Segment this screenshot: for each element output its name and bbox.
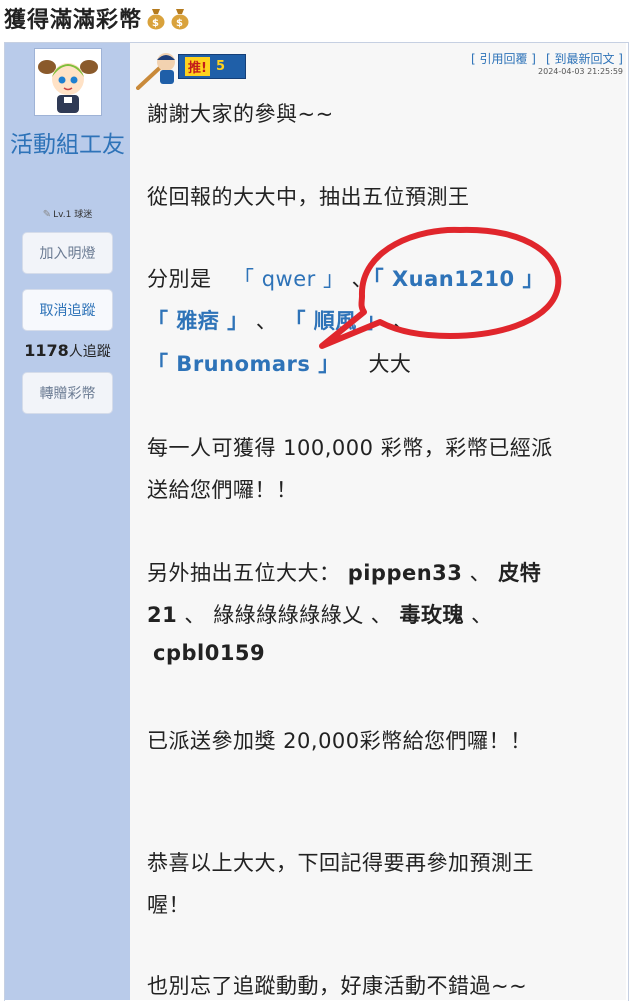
followers-label: 人追蹤 <box>68 344 111 360</box>
winners-line-3: 「 Brunomars 」 大大 <box>147 348 411 378</box>
svg-text:$: $ <box>152 18 160 29</box>
body-line: 喔！ <box>147 893 190 917</box>
unfollow-button[interactable]: 取消追蹤 <box>22 289 113 331</box>
extra-winner-name[interactable]: cpbl0159 <box>153 641 265 665</box>
extra-winner-name[interactable]: 毒玫瑰 <box>399 603 464 627</box>
body-line: 每一人可獲得 100,000 彩幣，彩幣已經派 <box>147 436 553 460</box>
separator: 、 <box>255 309 278 333</box>
pencil-icon: ✎ <box>42 209 52 220</box>
push-label: 推! <box>185 57 210 76</box>
push-badge[interactable]: 推! 5 <box>136 50 248 90</box>
winners-line-1: 分別是 「 qwer 」 、「 Xuan1210 」 <box>147 263 544 293</box>
avatar[interactable] <box>34 48 102 116</box>
winner-link[interactable]: 「 qwer 」 <box>233 267 344 291</box>
body-line: 也別忘了追蹤動動，好康活動不錯過~~ <box>147 974 528 998</box>
body-text: 大大 <box>368 352 412 376</box>
body-line: 從回報的大大中，抽出五位預測王 <box>147 185 470 209</box>
add-light-button[interactable]: 加入明燈 <box>22 232 113 274</box>
winners-line-2: 「 雅痞 」 、 「 順風 」 、 <box>147 305 415 335</box>
extra-winners-line-3: cpbl0159 <box>153 641 265 665</box>
extra-winner-name[interactable]: 皮特 <box>498 561 541 585</box>
body-line: 謝謝大家的參與~~ <box>147 102 334 126</box>
author-level: ✎ Lv.1 球迷 <box>5 207 130 220</box>
author-sidebar <box>5 43 130 1000</box>
gift-coins-button[interactable]: 轉贈彩幣 <box>22 372 113 414</box>
level-text: Lv.1 <box>53 210 72 220</box>
extra-winner-name[interactable]: pippen33 <box>348 561 463 585</box>
extra-winner-name[interactable]: 21 <box>147 603 177 627</box>
quote-reply-link[interactable]: [ 引用回覆 ] <box>471 52 536 66</box>
extra-winners-line-1: 另外抽出五位大大： pippen33 、 皮特 <box>147 557 541 587</box>
page-title: 獲得滿滿彩幣 $ $ <box>4 2 190 34</box>
money-bag-icon: $ <box>171 9 189 30</box>
winner-link[interactable]: 「 Xuan1210 」 <box>373 267 544 291</box>
body-line: 送給您們囉！！ <box>147 478 298 502</box>
post-timestamp: 2024-04-03 21:25:59 <box>538 67 623 76</box>
rank-text: 球迷 <box>74 210 93 220</box>
separator: 、 <box>471 603 493 627</box>
winner-link[interactable]: 「 雅痞 」 <box>147 309 249 333</box>
winner-link[interactable]: 「 Brunomars 」 <box>147 352 340 376</box>
goto-latest-link[interactable]: [ 到最新回文 ] <box>546 52 623 66</box>
author-name[interactable]: 活動組工友 <box>5 128 130 162</box>
separator: 、 <box>184 603 206 627</box>
separator: 、 <box>469 561 492 585</box>
post-links: [ 引用回覆 ] [ 到最新回文 ] <box>461 50 623 67</box>
svg-text:$: $ <box>176 18 184 29</box>
body-text: 另外抽出五位大大： <box>147 561 341 585</box>
separator: 、 <box>393 309 415 333</box>
title-bar: 獲得滿滿彩幣 $ $ <box>0 0 631 34</box>
followers-number: 1178 <box>24 341 69 360</box>
extra-winners-line-2: 21 、 綠綠綠綠綠綠乂 、 毒玫瑰 、 <box>147 599 493 629</box>
push-count: 5 <box>215 59 225 74</box>
extra-winner-name[interactable]: 綠綠綠綠綠綠乂 <box>213 603 364 627</box>
winner-link[interactable]: 「 順風 」 <box>285 309 387 333</box>
body-line: 恭喜以上大大，下回記得要再參加預測王 <box>147 851 534 875</box>
push-count-box: 推! 5 <box>178 54 246 79</box>
body-text: 分別是 <box>147 267 212 291</box>
separator: 、 <box>370 603 393 627</box>
followers-count: 1178人追蹤 <box>5 341 130 361</box>
avatar-image <box>35 49 101 115</box>
money-bag-icon: $ <box>147 9 165 30</box>
page-title-text: 獲得滿滿彩幣 <box>4 8 143 33</box>
baseball-player-icon <box>136 53 175 90</box>
separator: 、 <box>351 267 374 291</box>
body-line: 已派送參加獎 20,000彩幣給您們囉！！ <box>147 729 532 753</box>
